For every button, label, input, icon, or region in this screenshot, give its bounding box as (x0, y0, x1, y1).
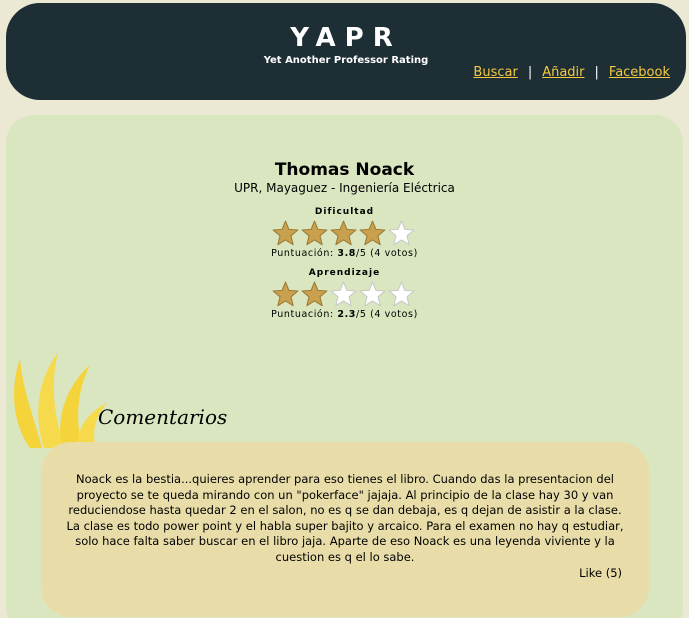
nav-link-buscar[interactable]: Buscar (473, 65, 517, 80)
main-panel: Thomas Noack UPR, Mayaguez - Ingeniería … (6, 115, 683, 618)
site-header: YAPR Yet Another Professor Rating Buscar… (6, 3, 686, 100)
star-rating-dificultad[interactable] (271, 219, 421, 247)
score-dificultad: Puntuación: 3.8/5 (4 votos) (6, 248, 683, 259)
rating-label-aprendizaje: Aprendizaje (308, 268, 381, 278)
gold-star-icon[interactable] (329, 219, 358, 247)
score-value: 2.3 (337, 309, 357, 320)
score-prefix: Puntuación: (271, 248, 338, 259)
score-prefix: Puntuación: (271, 309, 338, 320)
gold-star-icon[interactable] (300, 280, 329, 308)
empty-star-icon[interactable] (329, 280, 358, 308)
like-button[interactable]: Like (5) (579, 566, 622, 580)
professor-department: UPR, Mayaguez - Ingeniería Eléctrica (234, 181, 455, 195)
rating-label-dificultad: Dificultad (314, 207, 375, 217)
score-suffix: /5 (4 votos) (356, 309, 418, 320)
empty-star-icon[interactable] (387, 280, 416, 308)
score-value: 3.8 (337, 248, 357, 259)
gold-star-icon[interactable] (271, 280, 300, 308)
nav-separator: | (594, 65, 599, 80)
gold-star-icon[interactable] (300, 219, 329, 247)
gold-star-icon[interactable] (271, 219, 300, 247)
empty-star-icon[interactable] (358, 280, 387, 308)
gold-star-icon[interactable] (358, 219, 387, 247)
top-nav: Buscar | Añadir | Facebook (473, 65, 670, 80)
nav-link-anadir[interactable]: Añadir (542, 65, 584, 80)
nav-separator: | (527, 65, 533, 80)
comments-heading: Comentarios (98, 405, 228, 429)
professor-name: Thomas Noack (274, 160, 415, 180)
site-title[interactable]: YAPR (6, 23, 686, 53)
star-rating-aprendizaje[interactable] (271, 280, 421, 308)
score-aprendizaje: Puntuación: 2.3/5 (4 votos) (6, 309, 683, 320)
score-suffix: /5 (4 votos) (356, 248, 418, 259)
nav-link-facebook[interactable]: Facebook (609, 65, 670, 80)
empty-star-icon[interactable] (387, 219, 416, 247)
comment-card: Noack es la bestia...quieres aprender pa… (41, 442, 649, 617)
flame-leaf-icon (14, 353, 107, 448)
comment-text: Noack es la bestia...quieres aprender pa… (66, 472, 624, 564)
